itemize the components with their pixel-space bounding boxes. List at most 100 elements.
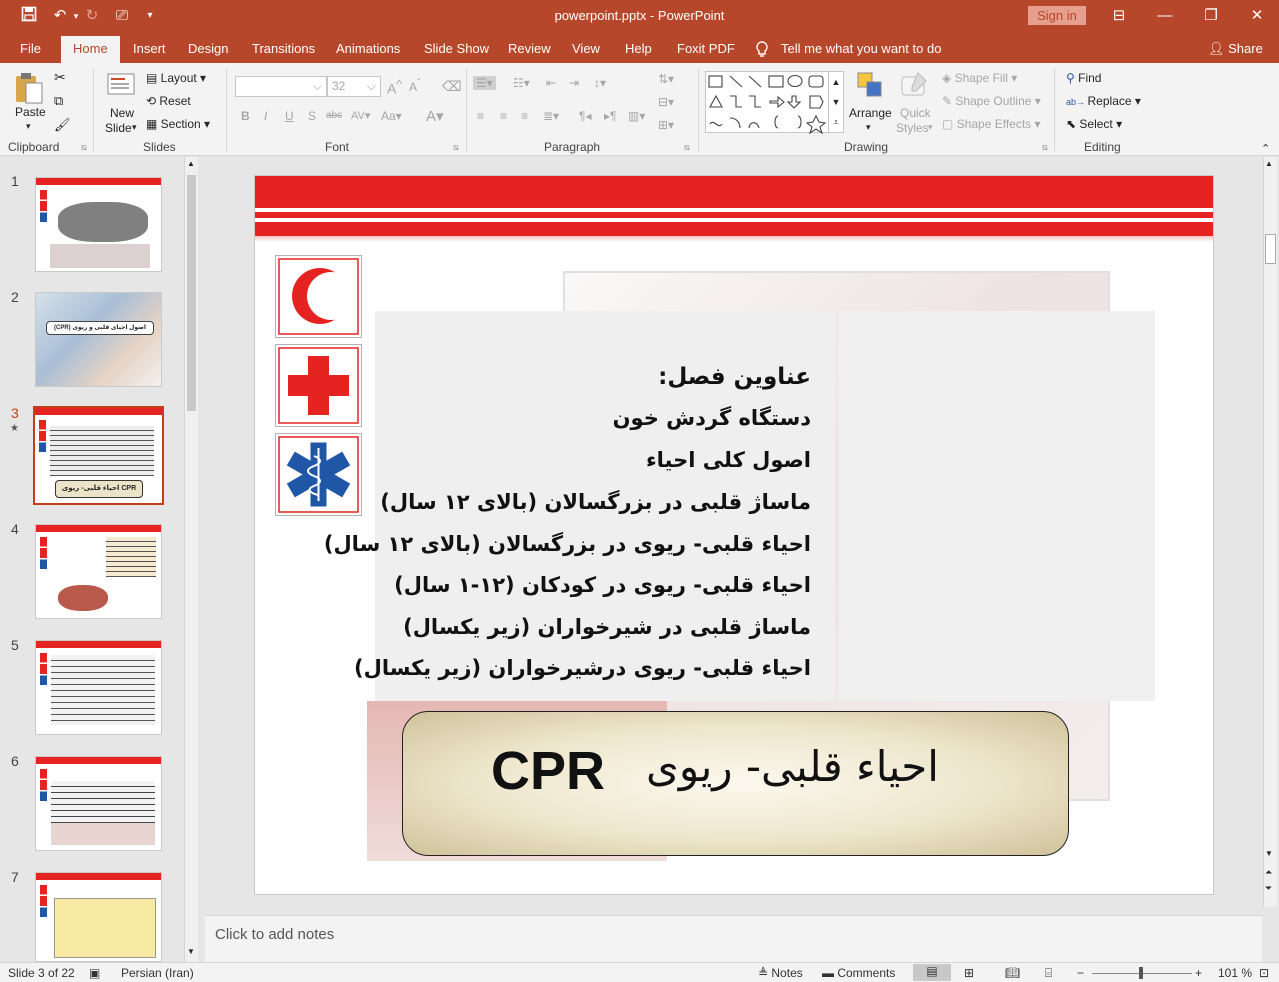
- arrange-dropdown-icon[interactable]: ▾: [866, 122, 871, 133]
- tab-transitions[interactable]: Transitions: [252, 41, 315, 56]
- scroll-up-icon[interactable]: ▲: [187, 159, 195, 168]
- slide-thumbnail-6[interactable]: [35, 756, 162, 851]
- normal-view-icon[interactable]: ▤: [913, 964, 951, 981]
- drawing-launcher-icon[interactable]: ⧅: [1042, 142, 1048, 153]
- scroll-up-icon[interactable]: ▲: [1265, 159, 1273, 168]
- shapes-gallery-scroll[interactable]: ▲ ▼ ⩡: [828, 72, 843, 134]
- paste-dropdown-icon[interactable]: ▾: [26, 121, 31, 132]
- replace-button[interactable]: ab→ Replace ▾: [1066, 94, 1141, 108]
- slide-thumbnail-4[interactable]: [35, 524, 162, 619]
- slide-vertical-scrollbar[interactable]: ▲ ▼ ⏶ ⏷: [1263, 157, 1277, 907]
- align-center-icon[interactable]: ≡: [500, 109, 507, 123]
- tab-home[interactable]: Home: [61, 36, 120, 63]
- layout-button[interactable]: ▤ Layout ▾: [146, 71, 206, 85]
- align-text-icon[interactable]: ⊟▾: [658, 95, 674, 109]
- ribbon-display-options-icon[interactable]: ⊟: [1109, 6, 1129, 26]
- tab-insert[interactable]: Insert: [133, 41, 166, 56]
- previous-slide-icon[interactable]: ⏶: [1265, 867, 1272, 878]
- text-direction-icon[interactable]: ⇅▾: [658, 72, 674, 86]
- format-painter-icon[interactable]: 🖌︎: [54, 117, 71, 133]
- quick-styles-icon[interactable]: [900, 71, 930, 102]
- find-button[interactable]: ⚲ Find: [1066, 71, 1101, 85]
- share-button[interactable]: 👤︎ Share: [1208, 41, 1263, 57]
- numbering-icon[interactable]: ☷▾: [513, 76, 530, 90]
- scrollbar-thumb[interactable]: [1265, 234, 1276, 264]
- quick-styles-dropdown-icon[interactable]: ▾: [928, 122, 933, 133]
- slideshow-view-icon[interactable]: ⌸: [1045, 966, 1052, 981]
- zoom-in-icon[interactable]: +: [1195, 966, 1202, 980]
- scroll-down-icon[interactable]: ▼: [187, 947, 195, 956]
- bold-icon[interactable]: B: [241, 109, 250, 123]
- tab-view[interactable]: View: [572, 41, 600, 56]
- columns-icon[interactable]: ▥▾: [628, 109, 645, 123]
- shape-effects-button[interactable]: ▢ Shape Effects ▾: [942, 117, 1041, 131]
- change-case-icon[interactable]: Aa▾: [381, 109, 402, 123]
- reset-button[interactable]: ⟲ Reset: [146, 94, 191, 108]
- clear-formatting-icon[interactable]: ⌫: [442, 78, 462, 95]
- restore-icon[interactable]: ❐: [1201, 6, 1221, 26]
- new-slide-label[interactable]: New: [110, 106, 134, 120]
- bullets-icon[interactable]: ☰▾: [473, 76, 496, 90]
- shapes-gallery[interactable]: ▲ ▼ ⩡: [705, 71, 844, 135]
- slide-sorter-icon[interactable]: ⊞: [964, 966, 974, 980]
- cut-icon[interactable]: ✂: [54, 69, 66, 86]
- zoom-level[interactable]: 101 %: [1218, 966, 1252, 980]
- strikethrough-icon[interactable]: abc: [326, 110, 342, 121]
- chapter-titles-textbox[interactable]: عناوین فصل: دستگاه گردش خون اصول کلی احی…: [324, 311, 835, 701]
- paste-button-label[interactable]: Paste: [15, 105, 46, 119]
- slide-thumbnail-1[interactable]: [35, 177, 162, 272]
- increase-font-size-icon[interactable]: A^: [387, 78, 402, 97]
- font-color-icon[interactable]: A▾: [426, 107, 444, 125]
- italic-icon[interactable]: I: [264, 109, 267, 123]
- slide-thumbnail-3-selected[interactable]: احیاء قلبی- ریوی CPR: [33, 406, 164, 505]
- paste-icon[interactable]: [13, 71, 45, 108]
- clipboard-launcher-icon[interactable]: ⧅: [81, 142, 87, 153]
- slide-3[interactable]: عناوین فصل: دستگاه گردش خون اصول کلی احی…: [254, 175, 1214, 895]
- next-slide-icon[interactable]: ⏷: [1265, 883, 1272, 894]
- quick-styles-label-2[interactable]: Styles: [896, 121, 929, 135]
- tab-design[interactable]: Design: [188, 41, 228, 56]
- tab-file[interactable]: File: [20, 41, 41, 56]
- font-name-combo[interactable]: ⌵: [235, 76, 327, 97]
- font-size-combo[interactable]: 32 ⌵: [327, 76, 381, 97]
- shape-outline-button[interactable]: ✎ Shape Outline ▾: [942, 94, 1041, 108]
- slide-thumbnail-5[interactable]: [35, 640, 162, 735]
- new-slide-icon[interactable]: [106, 71, 136, 104]
- arrange-label[interactable]: Arrange: [849, 106, 892, 120]
- zoom-out-icon[interactable]: −: [1077, 966, 1084, 980]
- decrease-font-size-icon[interactable]: Aˇ: [409, 78, 420, 94]
- tell-me-search[interactable]: Tell me what you want to do: [781, 41, 941, 56]
- scrollbar-thumb[interactable]: [187, 175, 196, 411]
- tab-help[interactable]: Help: [625, 41, 652, 56]
- sign-in-button[interactable]: Sign in: [1028, 6, 1086, 25]
- spellcheck-icon[interactable]: ▣: [89, 966, 100, 980]
- paragraph-launcher-icon[interactable]: ⧅: [684, 142, 690, 153]
- zoom-slider-thumb[interactable]: [1139, 967, 1143, 979]
- slide-thumbnails-pane[interactable]: 1 2 اصول احیای قلبی و ریوی (CPR) 3 ★ احی…: [0, 157, 200, 962]
- tab-animations[interactable]: Animations: [336, 41, 400, 56]
- font-launcher-icon[interactable]: ⧅: [453, 142, 459, 153]
- scroll-down-icon[interactable]: ▼: [1265, 849, 1273, 858]
- language-indicator[interactable]: Persian (Iran): [121, 966, 194, 980]
- increase-indent-icon[interactable]: ⇥: [569, 76, 579, 90]
- align-right-icon[interactable]: ≡: [521, 109, 528, 123]
- smartart-icon[interactable]: ⊞▾: [658, 118, 674, 132]
- thumbnails-scrollbar[interactable]: ▲ ▼: [184, 157, 198, 962]
- quick-styles-label[interactable]: Quick: [900, 106, 931, 120]
- new-slide-label-2[interactable]: Slide: [105, 121, 132, 135]
- line-spacing-icon[interactable]: ↕▾: [594, 76, 606, 90]
- collapse-ribbon-icon[interactable]: ⌃: [1261, 142, 1270, 155]
- tab-slide-show[interactable]: Slide Show: [424, 41, 489, 56]
- tab-foxit-pdf[interactable]: Foxit PDF: [677, 41, 735, 56]
- decrease-indent-icon[interactable]: ⇤: [546, 76, 556, 90]
- rtl-icon[interactable]: ¶◂: [579, 109, 591, 123]
- tab-review[interactable]: Review: [508, 41, 551, 56]
- shape-fill-button[interactable]: ◈ Shape Fill ▾: [942, 71, 1017, 85]
- arrange-icon[interactable]: [856, 71, 884, 102]
- slide-thumbnail-7[interactable]: [35, 872, 162, 962]
- section-button[interactable]: ▦ Section ▾: [146, 117, 210, 131]
- notes-button[interactable]: ≜ Notes: [758, 966, 803, 980]
- justify-icon[interactable]: ≣▾: [543, 109, 559, 123]
- copy-icon[interactable]: ⧉: [54, 93, 63, 109]
- slide-thumbnail-2[interactable]: اصول احیای قلبی و ریوی (CPR): [35, 292, 162, 387]
